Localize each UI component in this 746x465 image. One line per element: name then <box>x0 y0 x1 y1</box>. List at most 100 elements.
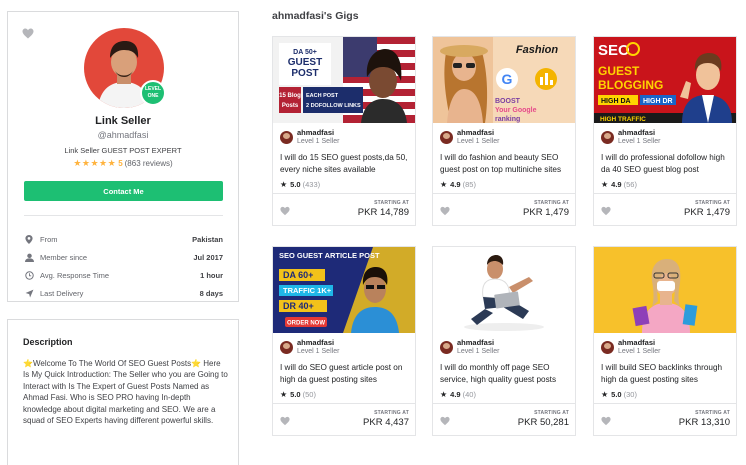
rating-value: 5 <box>118 159 123 168</box>
thumb-text: HIGH DA <box>601 98 631 105</box>
thumb-text: HIGH TRAFFIC <box>600 116 646 123</box>
gig-rating: ★ 4.9 (85) <box>440 180 476 189</box>
heart-icon[interactable] <box>601 206 611 216</box>
gig-rating-count: (85) <box>462 180 476 189</box>
star-icon: ★ <box>280 390 288 399</box>
thumb-text: Your Google <box>495 107 537 114</box>
heart-icon[interactable] <box>22 28 34 39</box>
thumb-text: GUEST <box>288 57 322 68</box>
gig-title[interactable]: I will do SEO guest article post on high… <box>280 362 410 386</box>
gig-thumbnail[interactable]: DA 50+ GUEST POST 15 Blog Posts EACH POS… <box>273 37 415 123</box>
gig-card[interactable]: ahmadfasi Level 1 Seller I will do month… <box>432 246 576 436</box>
gig-thumbnail[interactable]: SEO GUEST ARTICLE POST DA 60+ TRAFFIC 1K… <box>273 247 415 333</box>
gig-price: PKR 50,281 <box>517 417 569 428</box>
starting-at-label: STARTING AT <box>534 200 569 206</box>
gig-thumbnail[interactable]: SEO GUEST BLOGGING HIGH DA HIGH DR HIGH … <box>594 37 736 123</box>
thumb-text: SEO <box>598 42 630 59</box>
gig-rating-count: (433) <box>302 180 321 189</box>
thumb-text: BLOGGING <box>598 78 663 92</box>
thumb-text: SEO GUEST ARTICLE POST <box>279 251 380 260</box>
gig-footer: STARTING AT PKR 14,789 <box>273 193 415 225</box>
starting-at-label: STARTING AT <box>374 410 409 416</box>
gig-seller-name[interactable]: ahmadfasi <box>297 128 339 137</box>
gig-seller-level: Level 1 Seller <box>618 348 661 355</box>
thumb-text: DA 60+ <box>283 270 313 280</box>
seller-profile-card: LEVEL ONE Link Seller @ahmadfasi Link Sel… <box>7 11 239 302</box>
send-icon <box>24 288 34 298</box>
gig-rating-value: 5.0 <box>611 390 622 399</box>
gig-title[interactable]: I will do monthly off page SEO service, … <box>440 362 570 386</box>
stat-response-time: Avg. Response Time 1 hour <box>24 269 223 281</box>
stat-value: 8 days <box>199 288 223 298</box>
thumb-text: EACH POST <box>306 93 339 99</box>
heart-icon[interactable] <box>440 416 450 426</box>
gig-seller-level: Level 1 Seller <box>618 138 661 145</box>
gig-seller-name[interactable]: ahmadfasi <box>618 128 660 137</box>
gig-title[interactable]: I will build SEO backlinks through high … <box>601 362 731 386</box>
heart-icon[interactable] <box>440 206 450 216</box>
gig-rating: ★ 4.9 (40) <box>440 390 476 399</box>
description-text: ⭐Welcome To The World Of SEO Guest Posts… <box>23 359 228 426</box>
seller-name[interactable]: Link Seller <box>8 115 238 127</box>
gig-seller[interactable]: ahmadfasi Level 1 Seller <box>601 127 660 147</box>
gig-card[interactable]: Fashion G BOOST Your Google ranking ahma… <box>432 36 576 226</box>
seller-avatar <box>280 130 293 144</box>
thumb-text: 15 Blog <box>279 93 301 99</box>
gig-rating: ★ 4.9 (56) <box>601 180 637 189</box>
gig-card[interactable]: SEO GUEST ARTICLE POST DA 60+ TRAFFIC 1K… <box>272 246 416 436</box>
gig-card[interactable]: ahmadfasi Level 1 Seller I will build SE… <box>593 246 737 436</box>
stat-label: Last Delivery <box>40 288 84 298</box>
thumb-text: Posts <box>282 103 299 109</box>
gig-title[interactable]: I will do fashion and beauty SEO guest p… <box>440 152 570 176</box>
star-icon: ★ <box>601 390 609 399</box>
gig-seller-name[interactable]: ahmadfasi <box>457 338 499 347</box>
description-title: Description <box>23 337 73 347</box>
gigs-section-title: ahmadfasi's Gigs <box>272 10 359 22</box>
gig-title[interactable]: I will do 15 SEO guest posts,da 50, ever… <box>280 152 410 176</box>
gig-seller-name[interactable]: ahmadfasi <box>457 128 499 137</box>
thumb-text: HIGH DR <box>643 98 673 105</box>
star-icon: ★ <box>280 180 288 189</box>
gig-seller[interactable]: ahmadfasi Level 1 Seller <box>280 127 339 147</box>
gig-seller[interactable]: ahmadfasi Level 1 Seller <box>440 127 499 147</box>
gig-card[interactable]: SEO GUEST BLOGGING HIGH DA HIGH DR HIGH … <box>593 36 737 226</box>
starting-at-label: STARTING AT <box>374 200 409 206</box>
stat-member-since: Member since Jul 2017 <box>24 251 223 263</box>
gig-seller-name[interactable]: ahmadfasi <box>297 338 339 347</box>
gig-seller-level: Level 1 Seller <box>457 138 500 145</box>
heart-icon[interactable] <box>601 416 611 426</box>
stat-label: Member since <box>40 252 88 262</box>
thumb-text: BOOST <box>495 98 521 105</box>
gig-seller[interactable]: ahmadfasi Level 1 Seller <box>440 337 499 357</box>
stat-last-delivery: Last Delivery 8 days <box>24 287 223 299</box>
contact-me-button[interactable]: Contact Me <box>24 181 223 201</box>
heart-icon[interactable] <box>280 416 290 426</box>
seller-avatar <box>440 130 453 144</box>
stat-value: Pakistan <box>192 234 223 244</box>
clock-icon <box>24 270 34 280</box>
thumb-text: DR 40+ <box>283 301 314 311</box>
gig-seller-name[interactable]: ahmadfasi <box>618 338 660 347</box>
seller-handle: @ahmadfasi <box>97 130 149 140</box>
thumb-text: TRAFFIC 1K+ <box>283 286 332 295</box>
gig-thumbnail[interactable] <box>594 247 736 333</box>
gig-rating: ★ 5.0 (50) <box>280 390 316 399</box>
gig-thumbnail[interactable] <box>433 247 575 333</box>
svg-text:G: G <box>502 71 513 87</box>
gig-card[interactable]: DA 50+ GUEST POST 15 Blog Posts EACH POS… <box>272 36 416 226</box>
thumb-text: Fashion <box>516 44 558 56</box>
gig-seller[interactable]: ahmadfasi Level 1 Seller <box>601 337 660 357</box>
gig-rating-value: 4.9 <box>450 390 461 399</box>
gig-seller[interactable]: ahmadfasi Level 1 Seller <box>280 337 339 357</box>
review-count[interactable]: (863 reviews) <box>125 159 173 168</box>
gig-title[interactable]: I will do professional dofollow high da … <box>601 152 731 176</box>
gig-price: PKR 1,479 <box>684 207 730 218</box>
gig-footer: STARTING AT PKR 4,437 <box>273 403 415 435</box>
heart-icon[interactable] <box>280 206 290 216</box>
divider <box>24 215 223 216</box>
gig-rating-count: (56) <box>623 180 637 189</box>
seller-rating: ★★★★★ 5 (863 reviews) <box>8 158 238 169</box>
thumb-text: 2 DOFOLLOW LINKS <box>306 103 361 109</box>
gig-rating-value: 5.0 <box>290 390 301 399</box>
gig-thumbnail[interactable]: Fashion G BOOST Your Google ranking <box>433 37 575 123</box>
